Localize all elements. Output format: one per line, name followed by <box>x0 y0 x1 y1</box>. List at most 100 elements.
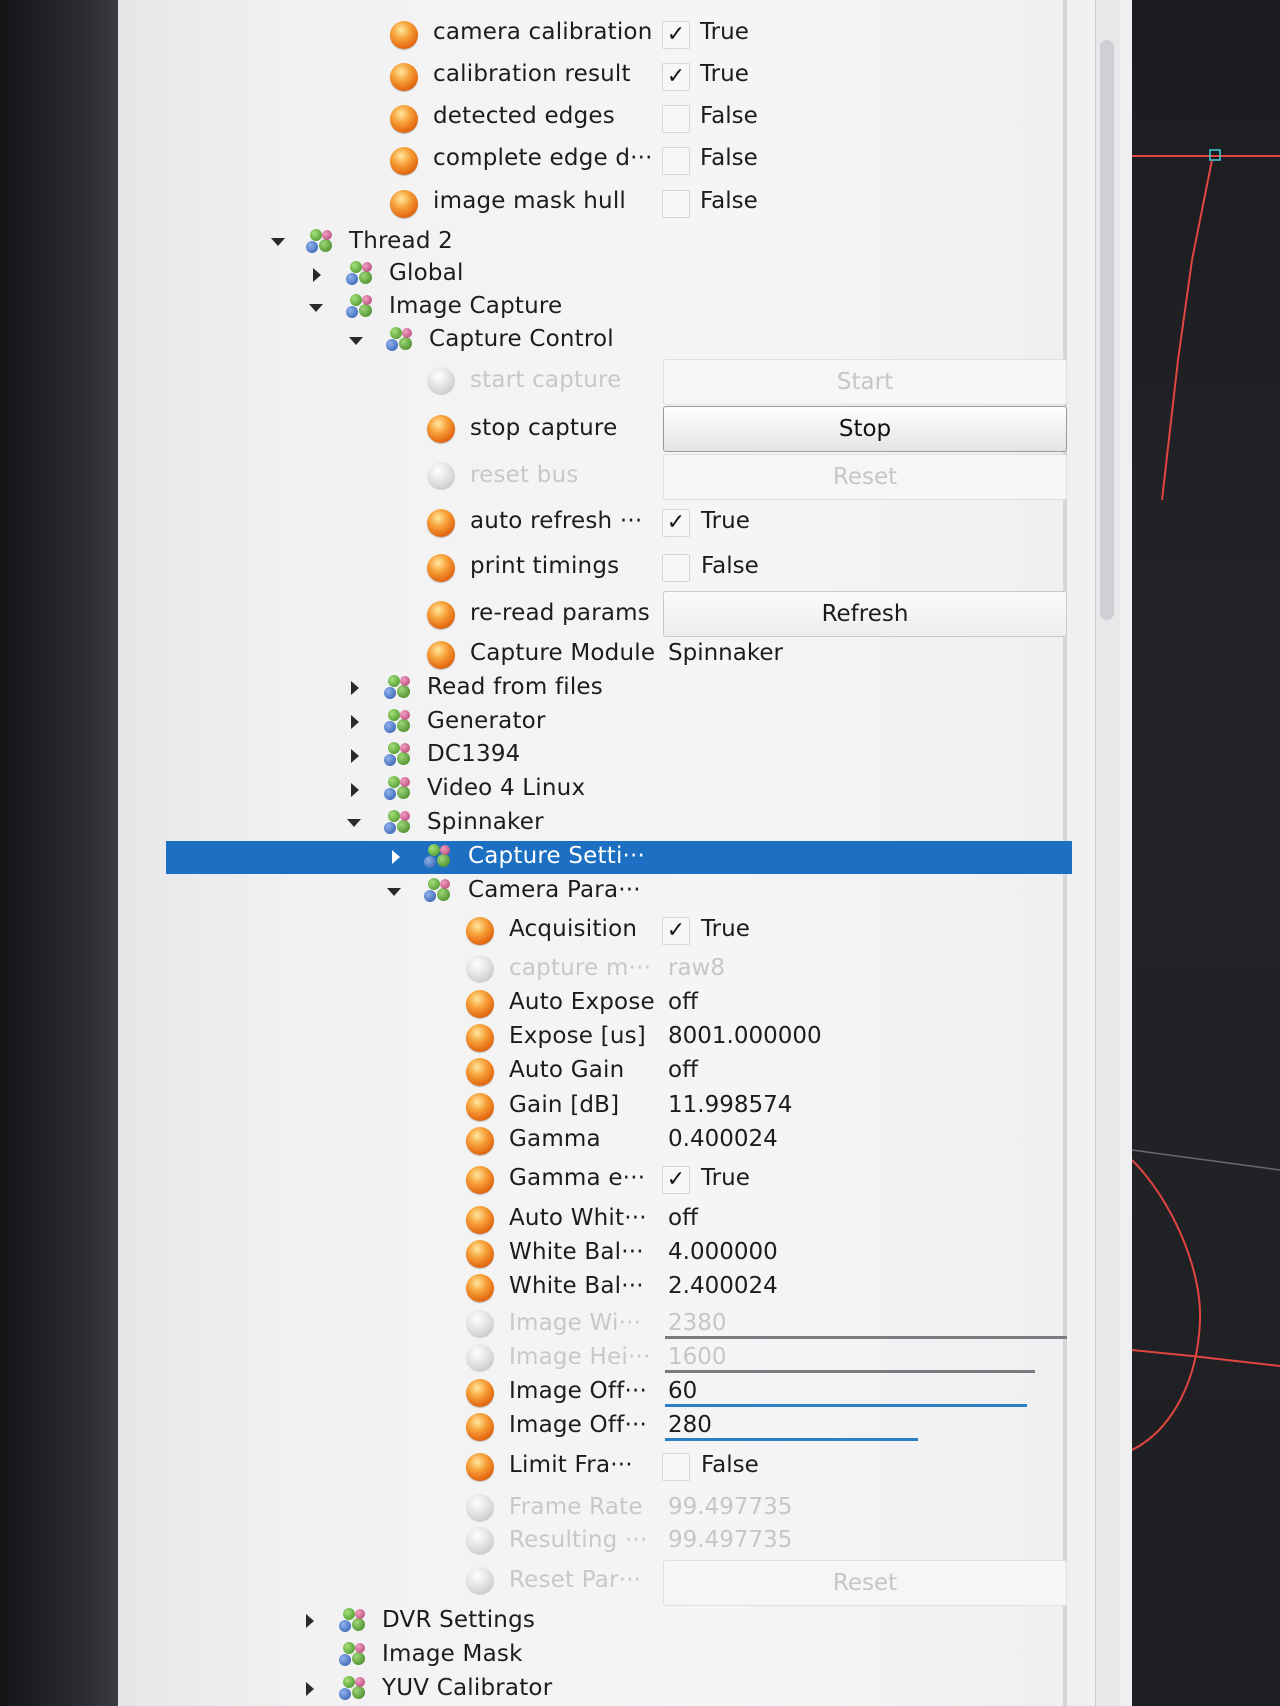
param-label: Capture Module <box>470 640 656 666</box>
param-value: 99.497735 <box>668 1494 793 1520</box>
param-value: False <box>701 1452 759 1478</box>
param-value: True <box>701 1165 750 1191</box>
param-status-icon <box>466 1093 494 1121</box>
tree-node-yuv-calibrator[interactable]: YUV Calibrator <box>382 1675 552 1701</box>
param-label: capture m··· <box>509 955 652 981</box>
param-label: image mask hull <box>433 188 626 214</box>
param-status-icon <box>466 1567 494 1595</box>
param-status-icon <box>466 1274 494 1302</box>
expand-arrow-icon[interactable] <box>309 304 323 312</box>
group-icon <box>306 229 334 255</box>
collapse-arrow-icon[interactable] <box>351 681 359 695</box>
tree-node-global[interactable]: Global <box>389 260 464 286</box>
checkbox[interactable] <box>662 105 690 133</box>
param-label: calibration result <box>433 61 631 87</box>
param-label: White Bal··· <box>509 1239 644 1265</box>
param-value[interactable]: 280 <box>668 1412 712 1438</box>
collapse-arrow-icon[interactable] <box>313 268 321 282</box>
param-value: False <box>700 145 758 171</box>
param-status-icon <box>390 105 418 133</box>
param-label: reset bus <box>470 462 579 488</box>
param-value: Spinnaker <box>668 640 783 666</box>
stop-button[interactable]: Stop <box>663 406 1067 452</box>
slider-track[interactable] <box>665 1404 1027 1407</box>
checkbox[interactable] <box>662 147 690 175</box>
tree-node-thread-2[interactable]: Thread 2 <box>349 228 453 254</box>
param-status-icon <box>390 190 418 218</box>
expand-arrow-icon[interactable] <box>347 819 361 827</box>
param-status-icon <box>466 1494 494 1522</box>
collapse-arrow-icon[interactable] <box>351 783 359 797</box>
param-value[interactable]: 2.400024 <box>668 1273 778 1299</box>
slider-track[interactable] <box>665 1438 918 1441</box>
group-icon <box>384 810 412 836</box>
reset-bus-button[interactable]: Reset <box>663 454 1067 500</box>
group-icon <box>386 327 414 353</box>
scrollbar-thumb[interactable] <box>1100 40 1114 620</box>
reset-params-button[interactable]: Reset <box>663 1560 1067 1606</box>
param-status-icon <box>466 1453 494 1481</box>
start-button[interactable]: Start <box>663 359 1067 405</box>
group-icon <box>346 261 374 287</box>
checkbox[interactable]: ✓ <box>662 21 690 49</box>
tree-node-image-capture[interactable]: Image Capture <box>389 293 562 319</box>
checkbox[interactable] <box>662 190 690 218</box>
param-value[interactable]: off <box>668 989 698 1015</box>
tree-node-spinnaker[interactable]: Spinnaker <box>427 809 544 835</box>
expand-arrow-icon[interactable] <box>387 888 401 896</box>
tree-node-capture-control[interactable]: Capture Control <box>429 326 614 352</box>
tree-node-capture-settings[interactable]: Capture Setti··· <box>468 843 645 869</box>
vertical-scrollbar[interactable] <box>1095 0 1120 1706</box>
collapse-arrow-icon[interactable] <box>351 749 359 763</box>
param-value[interactable]: off <box>668 1057 698 1083</box>
param-status-icon <box>466 1058 494 1086</box>
param-status-icon <box>466 1206 494 1234</box>
tree-node-dc1394[interactable]: DC1394 <box>427 741 521 767</box>
collapse-arrow-icon[interactable] <box>306 1682 314 1696</box>
expand-arrow-icon[interactable] <box>349 337 363 345</box>
param-value[interactable]: 60 <box>668 1378 697 1404</box>
screen-left-background <box>0 0 118 1706</box>
param-value[interactable]: 0.400024 <box>668 1126 778 1152</box>
param-label: Expose [us] <box>509 1023 646 1049</box>
param-status-icon <box>466 1379 494 1407</box>
checkbox[interactable] <box>662 1453 690 1481</box>
tree-node-read-from-files[interactable]: Read from files <box>427 674 603 700</box>
param-status-icon <box>466 1527 494 1555</box>
group-icon <box>424 844 452 870</box>
collapse-arrow-icon[interactable] <box>351 715 359 729</box>
tree-node-image-mask[interactable]: Image Mask <box>382 1641 523 1667</box>
tree-node-video-4-linux[interactable]: Video 4 Linux <box>427 775 585 801</box>
param-value[interactable]: 11.998574 <box>668 1092 792 1118</box>
param-status-icon <box>427 415 455 443</box>
checkbox[interactable]: ✓ <box>662 1166 690 1194</box>
param-label: Image Off··· <box>509 1412 647 1438</box>
param-label: Reset Par··· <box>509 1567 642 1593</box>
collapse-arrow-icon[interactable] <box>392 850 400 864</box>
checkbox[interactable]: ✓ <box>662 509 690 537</box>
expand-arrow-icon[interactable] <box>271 238 285 246</box>
param-status-icon <box>427 641 455 669</box>
group-icon <box>384 742 412 768</box>
tree-node-dvr-settings[interactable]: DVR Settings <box>382 1607 535 1633</box>
param-value[interactable]: off <box>668 1205 698 1231</box>
param-value: True <box>700 61 749 87</box>
checkbox[interactable]: ✓ <box>662 63 690 91</box>
group-icon <box>339 1608 367 1634</box>
param-value[interactable]: 4.000000 <box>668 1239 778 1265</box>
tree-node-generator[interactable]: Generator <box>427 708 546 734</box>
refresh-button[interactable]: Refresh <box>663 591 1067 637</box>
checkbox[interactable] <box>662 554 690 582</box>
param-label: Limit Fra··· <box>509 1452 633 1478</box>
param-label: Auto Whit··· <box>509 1205 647 1231</box>
slider-track[interactable] <box>665 1370 1035 1373</box>
param-label: Frame Rate <box>509 1494 643 1520</box>
param-status-icon <box>427 601 455 629</box>
param-status-icon <box>466 1240 494 1268</box>
param-status-icon <box>427 554 455 582</box>
slider-track[interactable] <box>665 1336 1067 1339</box>
collapse-arrow-icon[interactable] <box>306 1614 314 1628</box>
param-value[interactable]: 8001.000000 <box>668 1023 822 1049</box>
checkbox[interactable]: ✓ <box>662 917 690 945</box>
tree-node-camera-params[interactable]: Camera Para··· <box>468 877 641 903</box>
